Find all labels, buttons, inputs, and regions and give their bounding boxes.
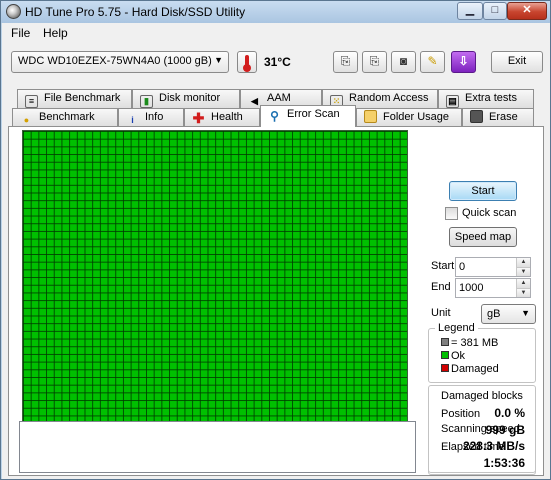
quick-scan-label: Quick scan (462, 207, 517, 219)
tab-label: AAM (267, 92, 291, 104)
bar-chart-icon: ▮ (140, 95, 153, 108)
maximize-icon: □ (491, 4, 499, 16)
spin-down-icon[interactable]: ▼ (516, 267, 530, 276)
chevron-down-icon: ▼ (521, 308, 530, 318)
drive-select[interactable]: WDC WD10EZEX-75WN4A0 (1000 gB) ▼ (11, 51, 229, 73)
minimize-button[interactable]: ▁ (457, 2, 483, 20)
spin-down-icon[interactable]: ▼ (516, 288, 530, 297)
screenshot-button[interactable]: ◙ (391, 51, 416, 73)
legend-damaged: Damaged (441, 363, 499, 375)
hdtune-logo-icon (6, 4, 21, 19)
copy-info-button[interactable]: ⎘ (333, 51, 358, 73)
menu-help[interactable]: Help (43, 26, 68, 40)
copy-all-button[interactable]: ⎘ (362, 51, 387, 73)
menu-file[interactable]: File (11, 26, 30, 40)
position-label: Position (441, 408, 481, 420)
chevron-down-icon: ▼ (214, 55, 223, 65)
elapsed-time-label: Elapsed time (441, 441, 505, 453)
minimize-icon: ▁ (465, 4, 475, 16)
tab-file-benchmark[interactable]: ≡ File Benchmark (17, 89, 132, 108)
tab-label: Erase (489, 111, 518, 123)
close-button[interactable]: ✕ (507, 2, 547, 20)
scan-log (19, 421, 416, 473)
tab-error-scan[interactable]: ⚲ Error Scan (260, 105, 356, 127)
options-button[interactable]: ✎ (420, 51, 445, 73)
tab-label: Error Scan (287, 108, 340, 120)
tab-label: File Benchmark (44, 92, 121, 104)
speed-map-button[interactable]: Speed map (449, 227, 517, 247)
legend-title: Legend (435, 322, 478, 334)
position-value: 999 gB (485, 423, 525, 437)
window-title: HD Tune Pro 5.75 - Hard Disk/SSD Utility (25, 5, 246, 19)
wrench-icon: ✎ (427, 54, 438, 68)
spin-up-icon[interactable]: ▲ (516, 279, 530, 288)
red-cross-icon: ✚ (192, 110, 205, 126)
maximize-button[interactable]: □ (483, 2, 507, 20)
end-value: 1000 (459, 282, 484, 294)
red-swatch (441, 364, 449, 372)
camera-icon: ◙ (399, 54, 408, 68)
trash-icon (470, 110, 483, 123)
start-value: 0 (459, 261, 466, 273)
tab-health[interactable]: ✚ Health (184, 108, 260, 127)
quick-scan-checkbox[interactable] (445, 207, 458, 220)
tab-benchmark[interactable]: ● Benchmark (12, 108, 118, 127)
tab-label: Info (145, 111, 164, 123)
close-icon: ✕ (522, 4, 532, 16)
legend-ok: Ok (441, 350, 465, 362)
tab-erase[interactable]: Erase (462, 108, 534, 127)
start-field[interactable]: 0 ▲ ▼ (455, 257, 531, 277)
end-field[interactable]: 1000 ▲ ▼ (455, 278, 531, 298)
gray-swatch (441, 338, 449, 346)
magnifier-icon: ⚲ (270, 109, 279, 123)
legend-ok-text: Ok (451, 350, 466, 362)
app-window: HD Tune Pro 5.75 - Hard Disk/SSD Utility… (0, 0, 551, 480)
tab-info[interactable]: i Info (118, 108, 184, 127)
exit-button[interactable]: Exit (491, 51, 543, 73)
save-button[interactable]: ⇩ (451, 51, 476, 73)
unit-select[interactable]: gB ▼ (481, 304, 536, 324)
main-content: WDC WD10EZEX-75WN4A0 (1000 gB) ▼ 31°C ⎘ … (2, 43, 550, 479)
copy-icon: ⎘ (340, 54, 351, 68)
copy-all-icon: ⎘ (369, 54, 380, 68)
start-field-label: Start (431, 260, 455, 272)
legend-damaged-text: Damaged (451, 363, 499, 375)
folder-icon (364, 110, 377, 123)
tab-label: Extra tests (465, 92, 517, 104)
legend-block-size: = 381 MB (441, 337, 498, 349)
tab-folder-usage[interactable]: Folder Usage (356, 108, 462, 127)
extra-tests-icon: ▤ (446, 95, 459, 108)
tab-label: Disk monitor (159, 92, 221, 104)
legend-block-size-text: = 381 MB (451, 337, 499, 349)
green-swatch (441, 351, 449, 359)
unit-label: Unit (431, 307, 451, 319)
tab-label: Benchmark (39, 111, 95, 123)
drive-select-value: WDC WD10EZEX-75WN4A0 (1000 gB) (18, 55, 212, 67)
title-bar[interactable]: HD Tune Pro 5.75 - Hard Disk/SSD Utility… (1, 1, 550, 23)
end-field-label: End (431, 281, 451, 293)
temperature-value: 31°C (264, 55, 291, 69)
file-benchmark-icon: ≡ (25, 95, 38, 108)
thermometer-icon (237, 51, 257, 73)
tab-extra-tests[interactable]: ▤ Extra tests (438, 89, 534, 108)
scan-stats-continued: Position 999 gB Elapsed time 1:53:36 (428, 388, 536, 475)
down-arrow-icon: ⇩ (458, 54, 469, 68)
spin-up-icon[interactable]: ▲ (516, 258, 530, 267)
start-scan-button[interactable]: Start (449, 181, 517, 201)
legend-box: Legend = 381 MB Ok Damaged (428, 322, 536, 383)
tab-label: Health (211, 111, 243, 123)
tab-label: Random Access (349, 92, 429, 104)
elapsed-time-value: 1:53:36 (483, 456, 525, 470)
tab-disk-monitor[interactable]: ▮ Disk monitor (132, 89, 240, 108)
unit-value: gB (487, 308, 501, 320)
error-scan-block-grid (22, 130, 408, 455)
menu-bar: File Help (2, 23, 550, 43)
tab-label: Folder Usage (383, 111, 450, 123)
